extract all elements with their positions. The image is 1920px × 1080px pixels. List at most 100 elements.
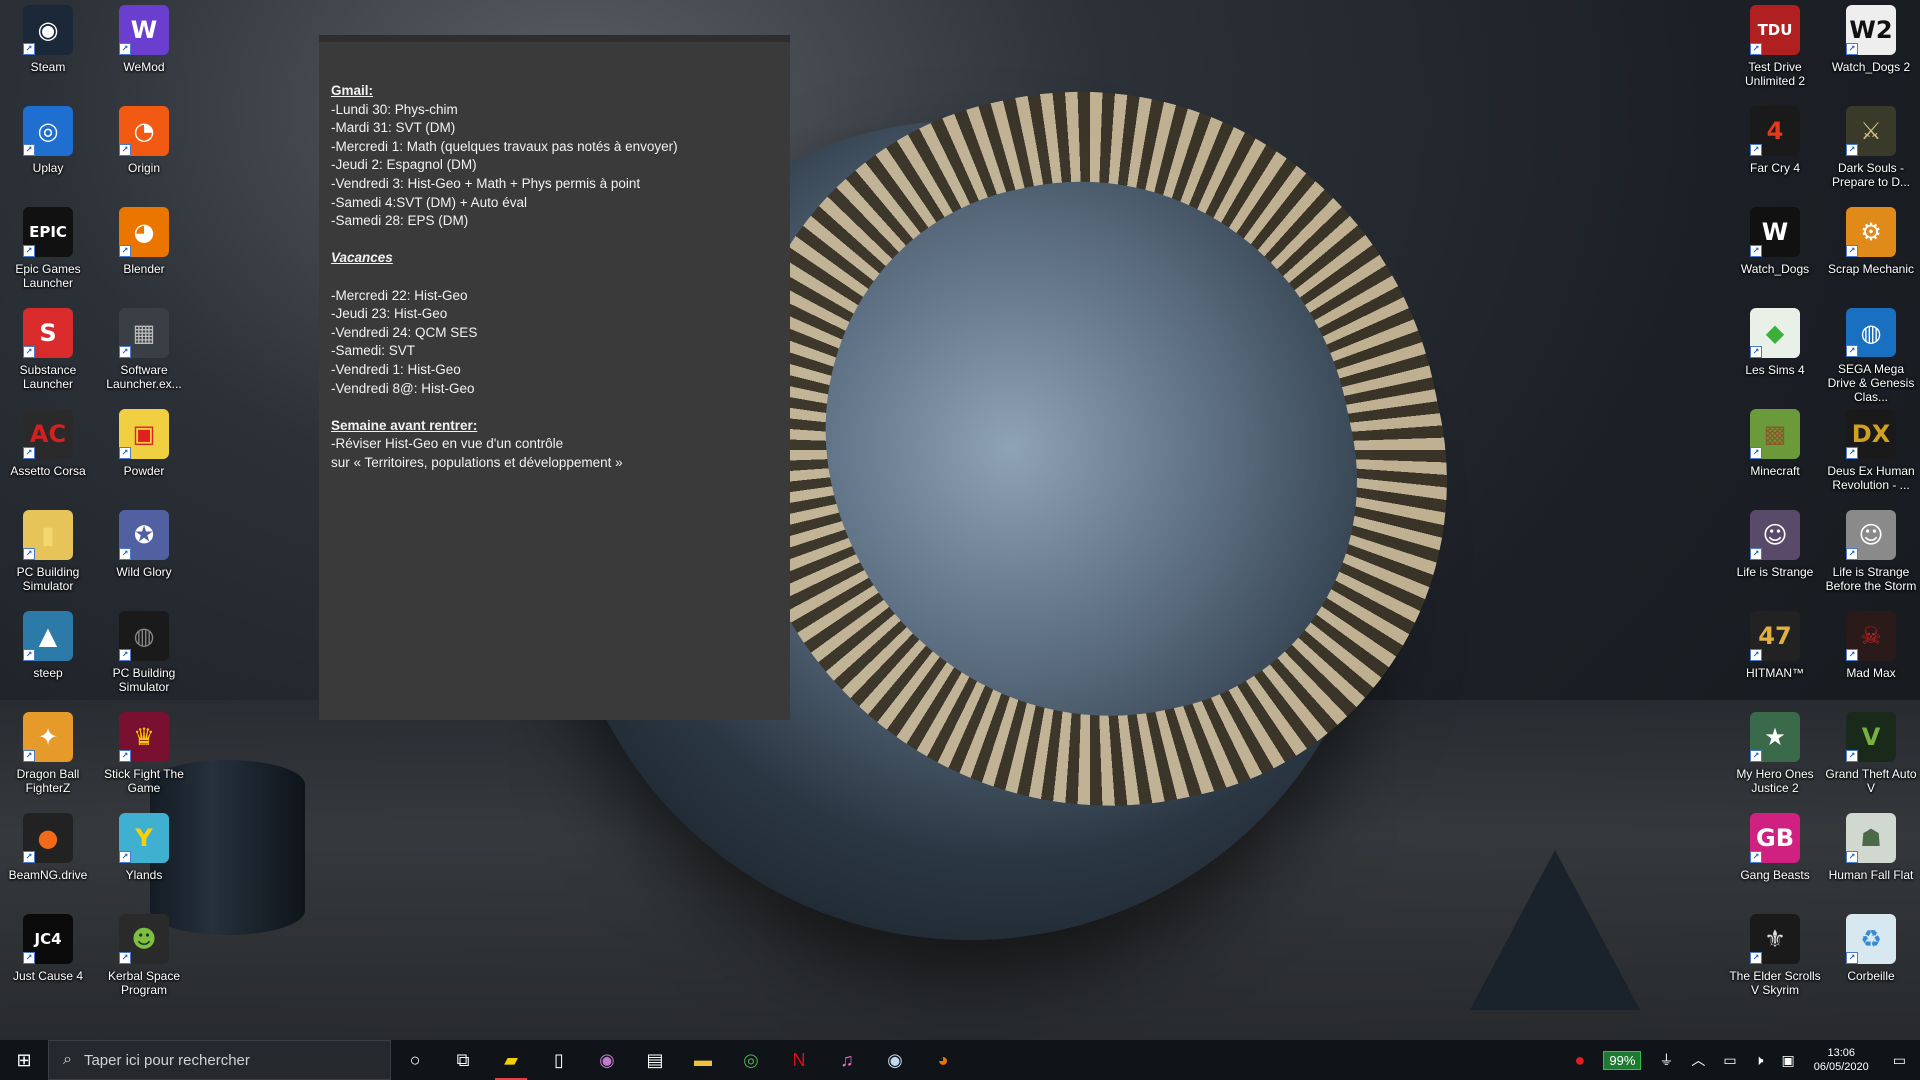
desktop-icon[interactable]: ◆ ↗ Les Sims 4 — [1728, 303, 1822, 404]
network-icon[interactable]: ▣ — [1772, 1040, 1803, 1080]
ylands-icon: Y ↗ — [119, 813, 169, 863]
scrap-mechanic-icon: ⚙ ↗ — [1846, 207, 1896, 257]
desktop-icon[interactable]: ▩ ↗ Minecraft — [1728, 404, 1822, 505]
desktop-icons-right-1: TDU ↗ Test Drive Unlimited 2 4 ↗ Far Cry 4 W ↗ W… — [1728, 0, 1822, 1010]
shortcut-arrow-icon: ↗ — [1846, 447, 1858, 459]
powder-icon: ▣ ↗ — [119, 409, 169, 459]
clock[interactable]: 13:06 06/05/2020 — [1804, 1046, 1879, 1074]
clock-time: 13:06 — [1827, 1047, 1855, 1059]
shortcut-arrow-icon: ↗ — [1750, 952, 1762, 964]
note-line: -Réviser Hist-Geo en vue d'un contrôle — [331, 436, 564, 452]
volume-icon[interactable]: 🕨 — [1746, 1040, 1773, 1080]
power-plug-icon[interactable]: ⏚ — [1650, 1040, 1682, 1080]
desktop-icon[interactable]: ☺ ↗ Life is Strange — [1728, 505, 1822, 606]
note-heading: Gmail: — [331, 83, 374, 98]
pc-building-icon: ◍ ↗ — [119, 611, 169, 661]
chevron-up-icon[interactable]: ︿ — [1682, 1040, 1714, 1080]
kerbal-icon: ☻ ↗ — [119, 914, 169, 964]
desktop-icon[interactable]: TDU ↗ Test Drive Unlimited 2 — [1728, 0, 1822, 101]
desktop-icon[interactable]: W ↗ WeMod — [97, 0, 191, 101]
task-view-button[interactable]: ⧉ — [439, 1040, 487, 1080]
shortcut-arrow-icon: ↗ — [23, 346, 35, 358]
desktop-icon[interactable]: ✪ ↗ Wild Glory — [97, 505, 191, 606]
life-is-strange-icon: ☺ ↗ — [1750, 510, 1800, 560]
desktop-icon[interactable]: EPIC ↗ Epic Games Launcher — [1, 202, 95, 303]
desktop-icon[interactable]: 47 ↗ HITMAN™ — [1728, 606, 1822, 707]
desktop-icon-label: Life is Strange — [1736, 565, 1814, 579]
desktop-icon[interactable]: ☺ ↗ Life is Strange Before the Storm — [1824, 505, 1918, 606]
battery-icon[interactable]: ▭ — [1714, 1040, 1745, 1080]
steam-app[interactable]: ◉ — [871, 1040, 919, 1080]
shortcut-arrow-icon: ↗ — [23, 245, 35, 257]
desktop-icon[interactable]: V ↗ Grand Theft Auto V — [1824, 707, 1918, 808]
desktop-icon-label: Wild Glory — [116, 565, 172, 579]
beamng-icon: ● ↗ — [23, 813, 73, 863]
desktop-icon[interactable]: 4 ↗ Far Cry 4 — [1728, 101, 1822, 202]
chrome-app[interactable]: ◎ — [727, 1040, 775, 1080]
desktop-icon[interactable]: S ↗ Substance Launcher — [1, 303, 95, 404]
desktop-icon-label: steep — [33, 666, 63, 680]
desktop-icon[interactable]: ◍ ↗ PC Building Simulator — [97, 606, 191, 707]
desktop-icon[interactable]: Y ↗ Ylands — [97, 808, 191, 909]
dark-souls-icon: ⚔ ↗ — [1846, 106, 1896, 156]
netflix-app[interactable]: N — [775, 1040, 823, 1080]
desktop-icon[interactable]: ▮ ↗ PC Building Simulator — [1, 505, 95, 606]
desktop-icon[interactable]: ☻ ↗ Kerbal Space Program — [97, 909, 191, 1010]
desktop-icon[interactable]: ▦ ↗ Software Launcher.ex... — [97, 303, 191, 404]
shortcut-arrow-icon: ↗ — [1750, 43, 1762, 55]
desktop-icon[interactable]: ◕ ↗ Blender — [97, 202, 191, 303]
desktop-icon[interactable]: ♻ ↗ Corbeille — [1824, 909, 1918, 1010]
note-line: -Mercredi 22: Hist-Geo — [331, 287, 468, 303]
shortcut-arrow-icon: ↗ — [1846, 345, 1858, 357]
desktop-icon[interactable]: ⚜ ↗ The Elder Scrolls V Skyrim — [1728, 909, 1822, 1010]
desktop-icon[interactable]: DX ↗ Deus Ex Human Revolution - ... — [1824, 404, 1918, 505]
desktop-icon[interactable]: ▣ ↗ Powder — [97, 404, 191, 505]
antivirus-tray-icon[interactable]: ● — [1566, 1040, 1595, 1080]
desktop-icon-label: SEGA Mega Drive & Genesis Clas... — [1827, 362, 1915, 404]
desktop-icon-label: Powder — [123, 464, 165, 478]
desktop-icon[interactable]: ◔ ↗ Origin — [97, 101, 191, 202]
desktop-icon[interactable]: GB ↗ Gang Beasts — [1728, 808, 1822, 909]
uplay-icon: ◎ ↗ — [23, 106, 73, 156]
notification-icon[interactable]: ▭ — [1879, 1040, 1920, 1080]
desktop-icon[interactable]: JC4 ↗ Just Cause 4 — [1, 909, 95, 1010]
desktop-icon[interactable]: ♛ ↗ Stick Fight The Game — [97, 707, 191, 808]
shortcut-arrow-icon: ↗ — [1846, 649, 1858, 661]
desktop-icon[interactable]: W ↗ Watch_Dogs — [1728, 202, 1822, 303]
desktop-icon[interactable]: AC ↗ Assetto Corsa — [1, 404, 95, 505]
desktop-icon[interactable]: ✦ ↗ Dragon Ball FighterZ — [1, 707, 95, 808]
shortcut-arrow-icon: ↗ — [23, 447, 35, 459]
desktop-icon[interactable]: W2 ↗ Watch_Dogs 2 — [1824, 0, 1918, 101]
sticky-note[interactable]: Gmail: -Lundi 30: Phys-chim -Mardi 31: SVT… — [319, 35, 790, 720]
desktop-icon[interactable]: ◎ ↗ Uplay — [1, 101, 95, 202]
notepad-app[interactable]: ▯ — [535, 1040, 583, 1080]
battery-indicator[interactable]: 99% — [1594, 1040, 1650, 1080]
start-button[interactable]: ⊞ — [0, 1040, 48, 1080]
desktop-icon[interactable]: ● ↗ BeamNG.drive — [1, 808, 95, 909]
desktop-icon[interactable]: ☗ ↗ Human Fall Flat — [1824, 808, 1918, 909]
file-explorer-app[interactable]: ▬ — [679, 1040, 727, 1080]
search-box[interactable]: ⌕ Taper ici pour rechercher — [48, 1040, 391, 1080]
desktop-icon[interactable]: ★ ↗ My Hero Ones Justice 2 — [1728, 707, 1822, 808]
note-heading: Semaine avant rentrer: — [331, 417, 478, 433]
blender-app[interactable]: ◕ — [919, 1040, 967, 1080]
desktop-icon[interactable]: ⚔ ↗ Dark Souls - Prepare to D... — [1824, 101, 1918, 202]
desktop-icon-label: Mad Max — [1846, 666, 1896, 680]
shortcut-arrow-icon: ↗ — [23, 548, 35, 560]
system-tray: ● 99% ⏚ ︿ ▭ 🕨 ▣ 13:06 06/05/2020 ▭ — [1566, 1040, 1920, 1080]
taskbar-apps: ○ ⧉ ▰ ▯ ◉ ▤ ▬ ◎ N ♫ ◉ ◕ — [391, 1040, 967, 1080]
desktop-icon[interactable]: ☠ ↗ Mad Max — [1824, 606, 1918, 707]
desktop-icon[interactable]: ◉ ↗ Steam — [1, 0, 95, 101]
sticky-notes-app[interactable]: ▰ — [487, 1040, 535, 1080]
desktop-icon[interactable]: ⚙ ↗ Scrap Mechanic — [1824, 202, 1918, 303]
desktop-icon[interactable]: ▲ ↗ steep — [1, 606, 95, 707]
steam-icon: ◉ ↗ — [23, 5, 73, 55]
desktop-icon[interactable]: ◍ ↗ SEGA Mega Drive & Genesis Clas... — [1824, 303, 1918, 404]
software-launcher-icon: ▦ ↗ — [119, 308, 169, 358]
store-app[interactable]: ▤ — [631, 1040, 679, 1080]
folder-icon: ▮ ↗ — [23, 510, 73, 560]
media-app[interactable]: ◉ — [583, 1040, 631, 1080]
wild-glory-icon: ✪ ↗ — [119, 510, 169, 560]
cortana-button[interactable]: ○ — [391, 1040, 439, 1080]
itunes-app[interactable]: ♫ — [823, 1040, 871, 1080]
